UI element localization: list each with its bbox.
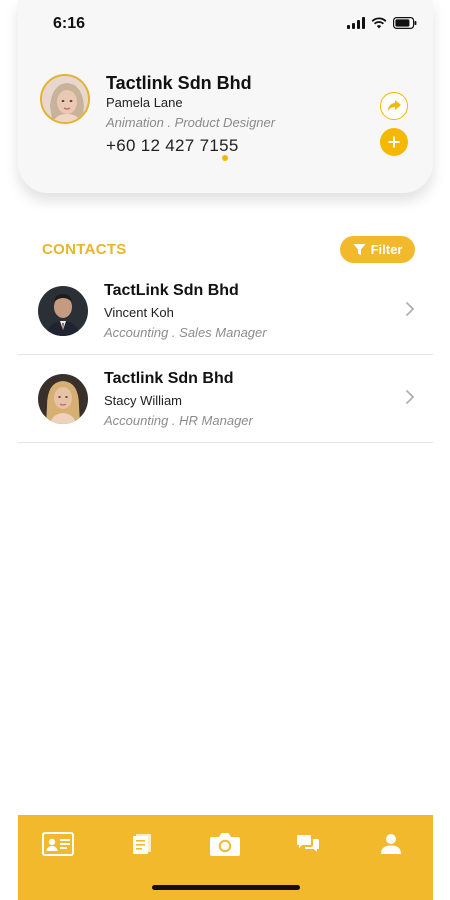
nav-camera[interactable]: [207, 829, 243, 859]
profile-name: Pamela Lane: [106, 95, 183, 110]
contact-company: TactLink Sdn Bhd: [104, 282, 239, 299]
document-icon: [133, 834, 151, 854]
filter-button[interactable]: Filter: [340, 236, 415, 263]
contact-role: Accounting . HR Manager: [104, 413, 253, 428]
plus-icon: [388, 136, 400, 148]
contact-role: Accounting . Sales Manager: [104, 325, 267, 340]
filter-label: Filter: [370, 242, 403, 257]
contact-name: Vincent Koh: [104, 305, 174, 320]
share-button[interactable]: [380, 92, 408, 120]
app-screen: 6:16 Tactlink Sdn Bhd Pamela Lane Animat…: [18, 0, 433, 900]
contact-avatar: [38, 374, 88, 424]
home-indicator: [152, 885, 300, 890]
nav-documents[interactable]: [124, 829, 160, 859]
contact-avatar: [38, 286, 88, 336]
camera-icon: [210, 833, 240, 856]
contact-card-icon: [42, 832, 74, 856]
chevron-right-icon: [406, 390, 415, 404]
contacts-heading: CONTACTS: [42, 241, 127, 258]
nav-chat[interactable]: [290, 829, 326, 859]
status-icons: [347, 17, 417, 29]
profile-avatar[interactable]: [40, 74, 90, 124]
profile-role: Animation . Product Designer: [106, 115, 276, 130]
status-time: 6:16: [53, 15, 86, 32]
wifi-icon: [371, 17, 387, 29]
add-button[interactable]: [380, 128, 408, 156]
contact-row[interactable]: TactLink Sdn Bhd Vincent Koh Accounting …: [18, 267, 433, 355]
nav-profile[interactable]: [373, 829, 409, 859]
page-indicator-dot: [222, 155, 228, 161]
contact-company: Tactlink Sdn Bhd: [104, 370, 234, 387]
battery-icon: [393, 17, 417, 29]
contact-name: Stacy William: [104, 393, 183, 408]
cellular-signal-icon: [347, 17, 365, 29]
nav-contact-card[interactable]: [40, 829, 76, 859]
share-icon: [387, 100, 401, 112]
chat-icon: [297, 835, 319, 852]
contact-row[interactable]: Tactlink Sdn Bhd Stacy William Accountin…: [18, 355, 433, 443]
user-icon: [381, 834, 401, 854]
profile-company: Tactlink Sdn Bhd: [106, 73, 252, 93]
profile-phone[interactable]: +60 12 427 7155: [106, 136, 239, 156]
chevron-right-icon: [406, 302, 415, 316]
filter-icon: [353, 244, 366, 255]
status-bar: 6:16: [18, 0, 433, 50]
profile-card: 6:16 Tactlink Sdn Bhd Pamela Lane Animat…: [18, 0, 433, 193]
